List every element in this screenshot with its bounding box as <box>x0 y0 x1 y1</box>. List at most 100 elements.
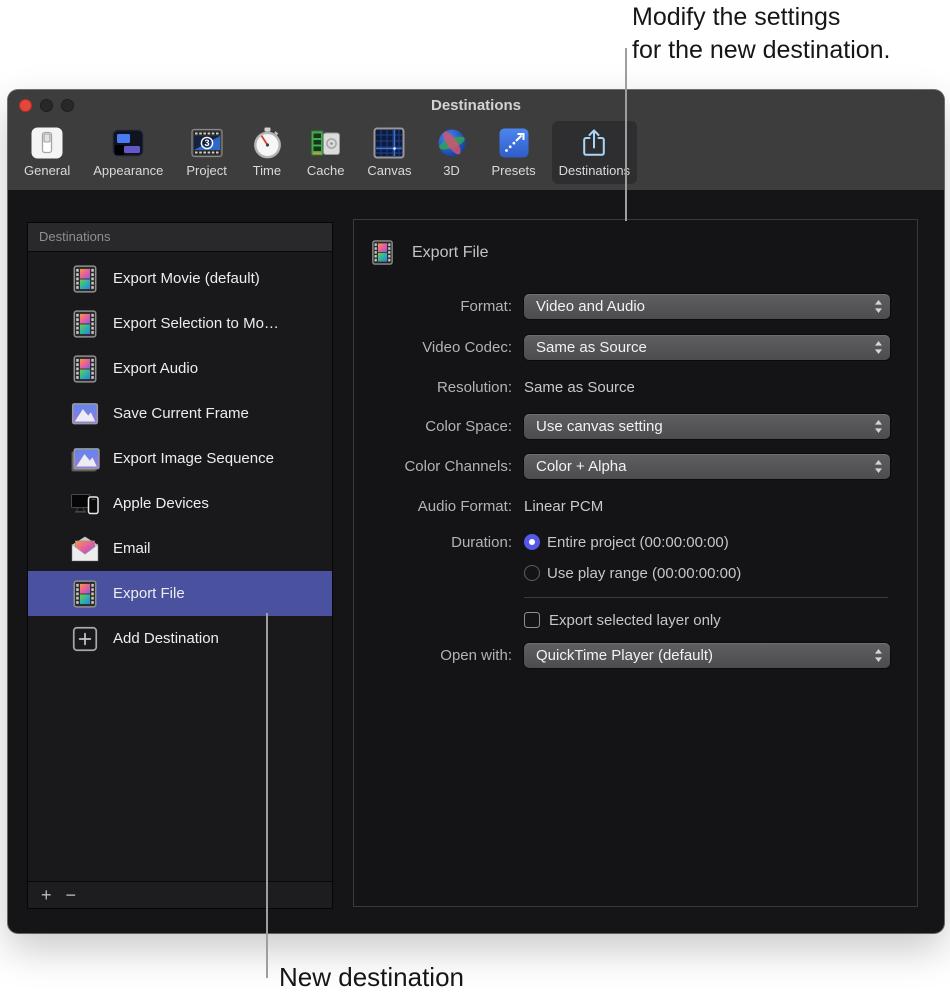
duration-row: Duration: Entire project (00:00:00:00) U… <box>354 532 917 583</box>
toolbar-item-cache[interactable]: Cache <box>300 121 352 184</box>
photo-icon <box>70 399 100 429</box>
remove-destination-button[interactable]: − <box>66 886 77 904</box>
toolbar-item-canvas[interactable]: Canvas <box>360 121 418 184</box>
chevron-updown-icon <box>874 340 883 355</box>
envelope-icon <box>70 534 100 564</box>
toggle-switch-icon <box>30 126 64 160</box>
open-with-row: Open with: QuickTime Player (default) <box>354 643 917 668</box>
callout-top-line2: for the new destination. <box>632 34 891 67</box>
list-item-add-destination[interactable]: Add Destination <box>28 616 332 661</box>
film-strip-icon <box>369 239 396 266</box>
format-dropdown[interactable]: Video and Audio <box>524 294 890 319</box>
add-destination-button[interactable]: + <box>41 886 52 904</box>
radio-option-use-play-range[interactable]: Use play range (00:00:00:00) <box>524 563 741 583</box>
zoom-button[interactable] <box>61 99 74 112</box>
title-bar[interactable]: Destinations <box>8 90 944 120</box>
color-space-row: Color Space: Use canvas setting <box>354 414 917 439</box>
list-item-export-file[interactable]: Export File <box>28 571 332 616</box>
toolbar-item-3d[interactable]: 3D <box>428 121 476 184</box>
export-selected-layer-row[interactable]: Export selected layer only <box>524 611 917 629</box>
toolbar-label: General <box>24 163 70 178</box>
section-divider <box>524 597 888 598</box>
toolbar-label: Cache <box>307 163 345 178</box>
color-space-label: Color Space: <box>354 418 512 435</box>
radio-selected[interactable] <box>524 534 540 550</box>
film-strip-icon <box>70 264 100 294</box>
resolution-row: Resolution: Same as Source <box>354 375 917 400</box>
dropdown-value: Video and Audio <box>536 298 874 315</box>
toolbar-label: 3D <box>443 163 460 178</box>
radio-option-entire-project[interactable]: Entire project (00:00:00:00) <box>524 532 729 552</box>
stopwatch-icon <box>250 126 284 160</box>
radio-label: Entire project (00:00:00:00) <box>547 534 729 551</box>
format-label: Format: <box>354 298 512 315</box>
toolbar-label: Time <box>253 163 281 178</box>
open-with-label: Open with: <box>354 647 512 664</box>
destinations-list: Export Movie (default) Export Selection … <box>28 252 332 881</box>
photo-stack-icon <box>70 444 100 474</box>
list-item-export-selection[interactable]: Export Selection to Mo… <box>28 301 332 346</box>
chevron-updown-icon <box>874 648 883 663</box>
chevron-updown-icon <box>874 459 883 474</box>
share-export-icon <box>577 126 611 160</box>
callout-top-line <box>625 48 627 221</box>
traffic-lights <box>19 99 74 112</box>
toolbar-item-appearance[interactable]: Appearance <box>86 121 170 184</box>
callout-top-line1: Modify the settings <box>632 1 891 34</box>
radio-unselected[interactable] <box>524 565 540 581</box>
film-strip-icon <box>70 309 100 339</box>
list-item-export-movie[interactable]: Export Movie (default) <box>28 256 332 301</box>
film-strip-icon <box>70 579 100 609</box>
list-item-export-audio[interactable]: Export Audio <box>28 346 332 391</box>
toolbar-label: Presets <box>492 163 536 178</box>
memory-cache-icon <box>309 126 343 160</box>
screenshot-stage: Modify the settings for the new destinat… <box>0 0 950 1008</box>
toolbar-item-general[interactable]: General <box>17 121 77 184</box>
list-item-label: Export Movie (default) <box>113 270 260 287</box>
toolbar-item-presets[interactable]: Presets <box>485 121 543 184</box>
window-chrome: Destinations General <box>8 90 944 190</box>
list-item-label: Export Image Sequence <box>113 450 274 467</box>
toolbar-label: Destinations <box>559 163 631 178</box>
sidebar-header: Destinations <box>28 223 332 252</box>
color-channels-row: Color Channels: Color + Alpha <box>354 454 917 479</box>
dropdown-value: Same as Source <box>536 339 874 356</box>
close-button[interactable] <box>19 99 32 112</box>
export-file-panel: Export File Format: Video and Audio <box>353 219 918 907</box>
toolbar-label: Appearance <box>93 163 163 178</box>
audio-format-value: Linear PCM <box>524 498 603 515</box>
checkbox-label: Export selected layer only <box>549 612 721 629</box>
toolbar-label: Canvas <box>367 163 411 178</box>
toolbar-item-time[interactable]: Time <box>243 121 291 184</box>
destinations-sidebar: Destinations Export Movie (default) <box>27 222 333 909</box>
toolbar-label: Project <box>186 163 226 178</box>
chevron-updown-icon <box>874 419 883 434</box>
list-item-email[interactable]: Email <box>28 526 332 571</box>
list-item-label: Export Selection to Mo… <box>113 315 279 332</box>
list-item-label: Save Current Frame <box>113 405 249 422</box>
sphere-3d-icon <box>435 126 469 160</box>
minimize-button[interactable] <box>40 99 53 112</box>
list-item-save-current-frame[interactable]: Save Current Frame <box>28 391 332 436</box>
dropdown-value: Use canvas setting <box>536 418 874 435</box>
toolbar-item-project[interactable]: 3 Project <box>179 121 233 184</box>
list-item-export-image-sequence[interactable]: Export Image Sequence <box>28 436 332 481</box>
panel-header: Export File <box>369 239 488 266</box>
color-space-dropdown[interactable]: Use canvas setting <box>524 414 890 439</box>
video-codec-dropdown[interactable]: Same as Source <box>524 335 890 360</box>
add-icon <box>70 624 100 654</box>
list-item-label: Add Destination <box>113 630 219 647</box>
callout-bottom-text: New destination <box>279 962 464 993</box>
export-selected-layer-checkbox[interactable] <box>524 612 540 628</box>
settings-form: Format: Video and Audio Video Codec: <box>354 294 917 668</box>
devices-icon <box>70 489 100 519</box>
project-badge: 3 <box>204 138 209 148</box>
resolution-label: Resolution: <box>354 379 512 396</box>
color-channels-dropdown[interactable]: Color + Alpha <box>524 454 890 479</box>
callout-top-text: Modify the settings for the new destinat… <box>632 1 891 67</box>
callout-bottom-line <box>266 613 268 978</box>
open-with-dropdown[interactable]: QuickTime Player (default) <box>524 643 890 668</box>
video-codec-label: Video Codec: <box>354 339 512 356</box>
audio-format-label: Audio Format: <box>354 498 512 515</box>
list-item-apple-devices[interactable]: Apple Devices <box>28 481 332 526</box>
